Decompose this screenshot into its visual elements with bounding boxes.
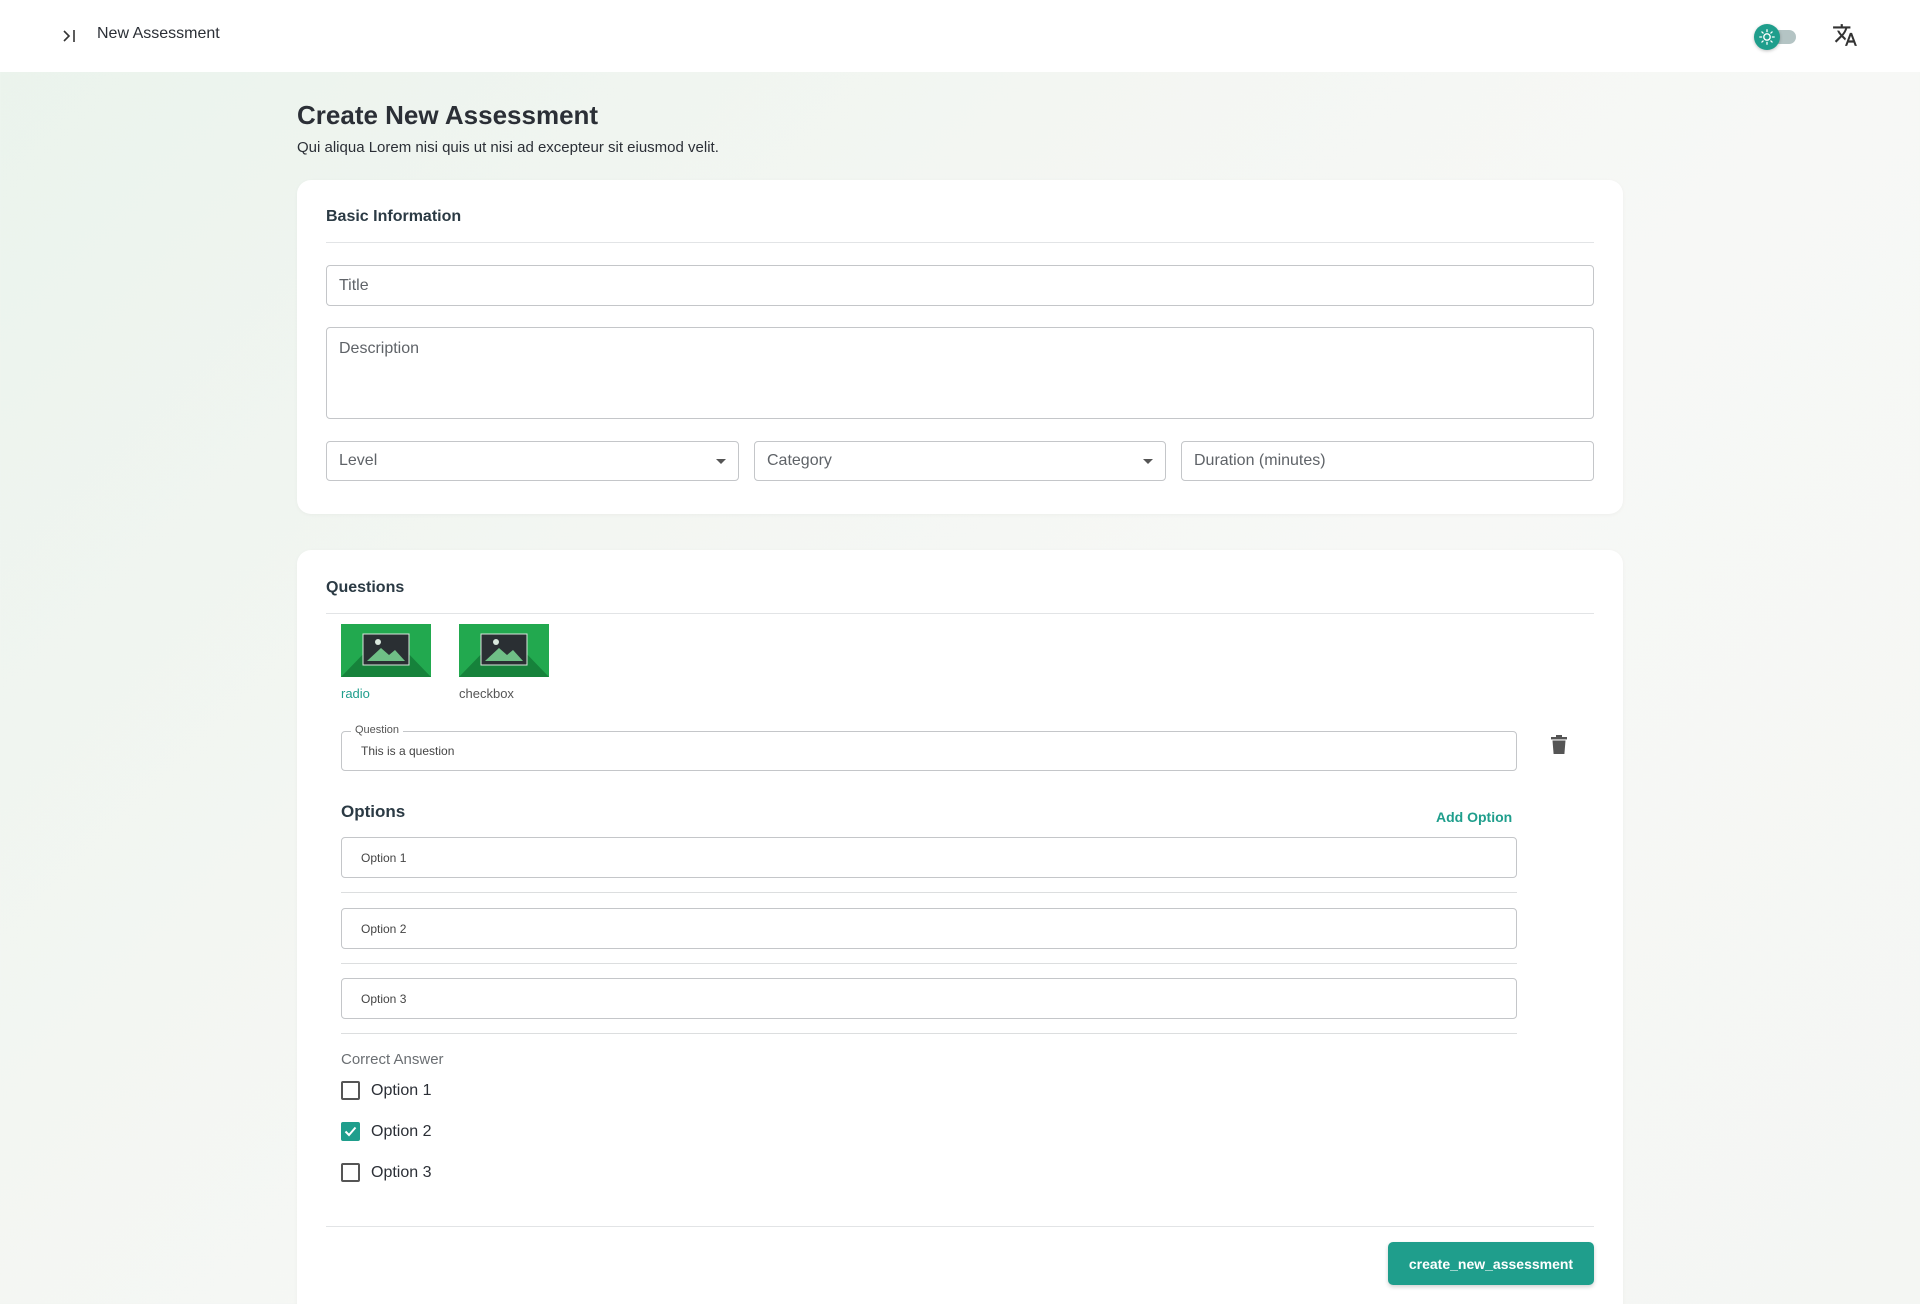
correct-answer-label: Correct Answer xyxy=(341,1051,444,1068)
theme-toggle[interactable] xyxy=(1754,22,1800,50)
correct-answer-option-label: Option 3 xyxy=(371,1163,432,1181)
section-divider xyxy=(326,242,1594,243)
page-breadcrumb-title: New Assessment xyxy=(97,25,220,42)
option-divider xyxy=(341,1033,1517,1034)
correct-answer-option-1[interactable]: Option 1 xyxy=(341,1081,431,1100)
page-title: Create New Assessment xyxy=(297,100,599,130)
checkbox-unchecked-icon[interactable] xyxy=(341,1081,360,1100)
questions-card: Questions radio checkbox This is a quest… xyxy=(297,550,1623,1304)
description-textarea[interactable]: Description xyxy=(326,327,1594,419)
trash-icon[interactable] xyxy=(1551,735,1575,759)
question-type-label: radio xyxy=(341,686,370,701)
option-input[interactable]: Option 3 xyxy=(341,978,1517,1019)
option-input[interactable]: Option 1 xyxy=(341,837,1517,878)
question-type-label: checkbox xyxy=(459,686,514,701)
correct-answer-option-label: Option 1 xyxy=(371,1081,432,1099)
checkbox-unchecked-icon[interactable] xyxy=(341,1163,360,1182)
create-assessment-button[interactable]: create_new_assessment xyxy=(1388,1242,1594,1285)
section-divider xyxy=(326,613,1594,614)
basic-information-card: Basic Information Title Description Leve… xyxy=(297,180,1623,514)
title-input[interactable]: Title xyxy=(326,265,1594,306)
translate-icon[interactable] xyxy=(1832,22,1860,50)
correct-answer-option-label: Option 2 xyxy=(371,1122,432,1140)
chevron-down-icon xyxy=(1143,458,1153,464)
top-bar: New Assessment xyxy=(0,0,1920,72)
option-divider xyxy=(341,963,1517,964)
correct-answer-option-3[interactable]: Option 3 xyxy=(341,1163,431,1182)
correct-answer-option-2[interactable]: Option 2 xyxy=(341,1122,431,1141)
footer-divider xyxy=(326,1226,1594,1227)
add-option-button[interactable]: Add Option xyxy=(1436,809,1512,825)
level-select[interactable]: Level xyxy=(326,441,739,481)
option-input[interactable]: Option 2 xyxy=(341,908,1517,949)
page-subtitle: Qui aliqua Lorem nisi quis ut nisi ad ex… xyxy=(297,139,719,156)
question-type-checkbox[interactable]: checkbox xyxy=(459,624,549,701)
chevron-down-icon xyxy=(716,458,726,464)
questions-heading: Questions xyxy=(326,579,405,596)
duration-input[interactable]: Duration (minutes) xyxy=(1181,441,1594,481)
category-select[interactable]: Category xyxy=(754,441,1166,481)
sidebar-expand-icon[interactable] xyxy=(58,24,82,48)
category-select-value: Category xyxy=(767,452,832,469)
question-type-radio[interactable]: radio xyxy=(341,624,431,701)
image-placeholder-icon xyxy=(341,624,431,677)
question-field-label: Question xyxy=(351,724,404,736)
question-input[interactable]: This is a question xyxy=(341,731,1517,771)
checkbox-checked-icon[interactable] xyxy=(341,1122,360,1141)
option-divider xyxy=(341,892,1517,893)
level-select-value: Level xyxy=(339,452,378,469)
options-title: Options xyxy=(341,802,406,821)
basic-information-heading: Basic Information xyxy=(326,208,462,225)
image-placeholder-icon xyxy=(459,624,549,677)
sun-icon xyxy=(1754,24,1780,50)
